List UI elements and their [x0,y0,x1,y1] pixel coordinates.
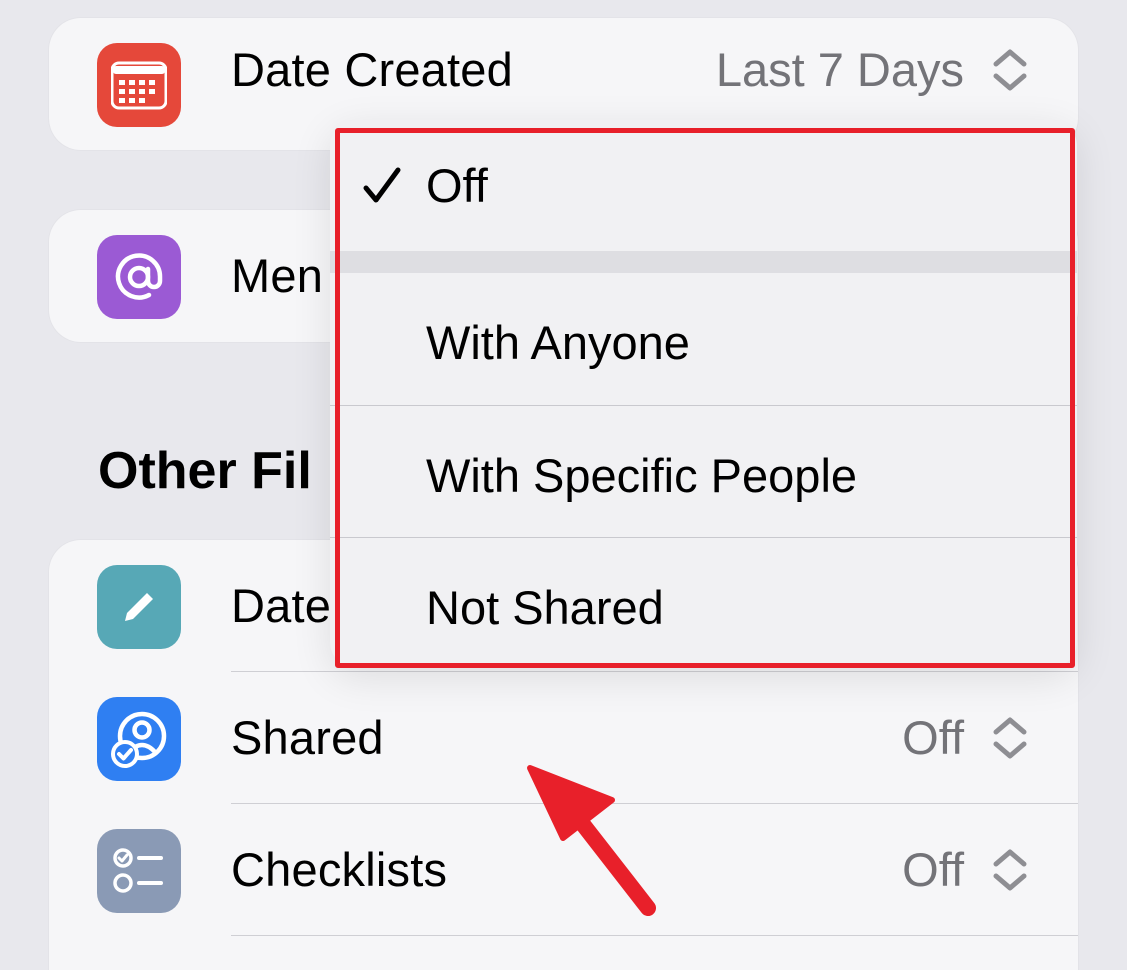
annotation-arrow-icon [527,765,656,916]
